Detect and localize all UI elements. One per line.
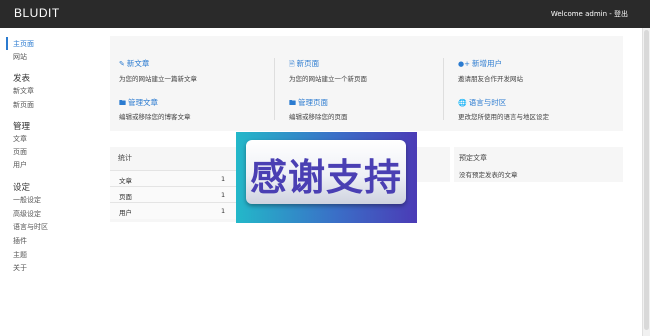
stat-value: 1: [221, 207, 226, 215]
language-timezone-link[interactable]: 🌐 语言与时区: [458, 97, 506, 108]
sidebar-item-pages[interactable]: 页面: [13, 147, 27, 157]
table-row: 页面 1: [110, 186, 236, 203]
sidebar-item-language-timezone[interactable]: 语言与时区: [13, 222, 48, 232]
add-user-desc: 邀请朋友合作开发网站: [458, 75, 523, 83]
statistics-title: 统计: [118, 154, 132, 162]
sidebar-heading-manage: 管理: [13, 122, 31, 132]
logout-link[interactable]: 登出: [614, 10, 628, 18]
overlay-text: 感谢支持: [250, 156, 402, 199]
scheduled-posts-title: 预定文章: [459, 154, 487, 162]
overlay-banner: 感谢支持: [236, 132, 417, 223]
top-navbar: BLUDIT Welcome admin - 登出: [0, 0, 650, 28]
manage-posts-link[interactable]: 🖿 管理文章: [119, 97, 158, 110]
scheduled-posts-empty: 没有预定发表的文章: [459, 171, 518, 179]
sidebar-item-dashboard[interactable]: 主页面: [13, 39, 34, 49]
folder-icon: 🖿: [119, 99, 126, 107]
middle-panel: [417, 147, 450, 182]
sidebar-heading-publish: 发表: [13, 74, 31, 84]
add-user-link[interactable]: ●+ 新增用户: [458, 58, 502, 69]
globe-icon: 🌐: [458, 99, 467, 107]
sidebar-item-posts[interactable]: 文章: [13, 134, 27, 144]
stat-label: 页面: [119, 193, 132, 201]
new-page-link[interactable]: 🗎 新页面: [289, 58, 319, 71]
manage-posts-desc: 编辑或移除您的博客文章: [119, 113, 191, 121]
column-divider: [274, 58, 275, 120]
pencil-icon: ✎: [119, 60, 125, 68]
stat-value: 1: [221, 175, 226, 183]
manage-posts-title: 管理文章: [128, 98, 158, 107]
quick-links-panel: ✎ 新文章 为您的网站建立一篇新文章 🗎 新页面 为您的网站建立一个新页面 ●+ 新增…: [110, 36, 623, 131]
new-page-desc: 为您的网站建立一个新页面: [289, 75, 367, 83]
manage-pages-desc: 编辑或移除您的页面: [289, 113, 348, 121]
sidebar-item-general-settings[interactable]: 一般设定: [13, 195, 41, 205]
new-post-title: 新文章: [126, 59, 150, 68]
column-divider: [443, 58, 444, 120]
scrollbar-thumb[interactable]: [644, 30, 649, 330]
table-row: 用户 1: [110, 202, 236, 219]
stat-label: 文章: [119, 177, 132, 185]
language-timezone-title: 语言与时区: [468, 98, 507, 107]
add-user-title: 新增用户: [471, 59, 502, 68]
welcome-text: Welcome admin -: [550, 10, 614, 18]
manage-pages-link[interactable]: 🖿 管理页面: [289, 97, 328, 110]
sidebar-item-users[interactable]: 用户: [13, 160, 27, 170]
table-row: 文章 1: [110, 170, 236, 187]
active-indicator: [6, 37, 8, 50]
scheduled-posts-panel: 预定文章 没有预定发表的文章: [454, 147, 623, 182]
sidebar-item-advanced-settings[interactable]: 高级设定: [13, 209, 41, 219]
file-icon: 🗎: [289, 60, 295, 68]
sidebar-item-new-page[interactable]: 新页面: [13, 100, 34, 110]
new-page-title: 新页面: [296, 59, 320, 68]
folder-icon: 🖿: [289, 99, 296, 107]
brand-logo[interactable]: BLUDIT: [14, 6, 60, 20]
language-timezone-desc: 更改您所使用的语言与地区设定: [458, 113, 549, 121]
new-post-desc: 为您的网站建立一篇新文章: [119, 75, 197, 83]
user-plus-icon: ●+: [458, 60, 470, 68]
sidebar-item-themes[interactable]: 主题: [13, 250, 27, 260]
manage-pages-title: 管理页面: [298, 98, 328, 107]
sidebar-item-about[interactable]: 关于: [13, 263, 27, 273]
statistics-panel: 统计 文章 1 页面 1 用户 1: [110, 147, 236, 222]
sidebar-item-new-post[interactable]: 新文章: [13, 86, 34, 96]
welcome-area: Welcome admin - 登出: [551, 9, 628, 19]
stat-label: 用户: [119, 209, 132, 217]
overlay-plate: 感谢支持: [246, 140, 406, 204]
sidebar-item-website[interactable]: 网站: [13, 52, 27, 62]
stat-value: 1: [221, 191, 226, 199]
sidebar-item-plugins[interactable]: 插件: [13, 236, 27, 246]
sidebar-heading-settings: 设定: [13, 183, 31, 193]
new-post-link[interactable]: ✎ 新文章: [119, 58, 149, 69]
